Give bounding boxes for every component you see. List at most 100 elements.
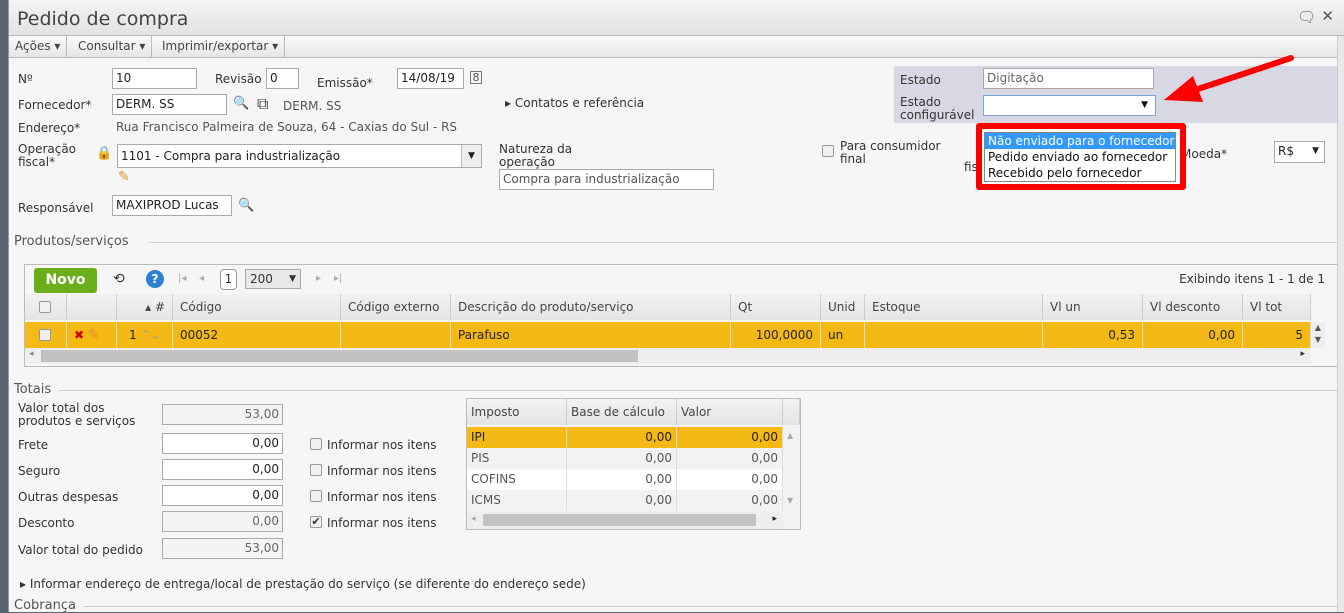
search-icon[interactable]: 🔍	[233, 96, 249, 111]
informar-frete-checkbox[interactable]	[310, 438, 322, 450]
close-icon[interactable]: ✕	[1321, 7, 1334, 25]
option-recebido[interactable]: Recebido pelo fornecedor	[985, 165, 1175, 181]
natureza-input[interactable]: Compra para industrialização	[499, 169, 714, 190]
window-scrollbar[interactable]	[1337, 36, 1344, 612]
help-icon[interactable]: ?	[146, 270, 164, 288]
page-size-select[interactable]: 200 ▼	[245, 269, 301, 289]
informar-desconto-checkbox[interactable]: ✔	[310, 516, 322, 528]
next-page-icon[interactable]: ▸	[316, 273, 321, 284]
tax-cell-valor[interactable]: 0,00	[677, 490, 783, 511]
tax-cell-nome[interactable]: COFINS	[467, 469, 567, 490]
scroll-right-icon[interactable]: ▸	[1300, 349, 1305, 359]
tax-cell-base[interactable]: 0,00	[567, 427, 677, 448]
menu-acoes[interactable]: Ações ▾	[9, 36, 68, 58]
horizontal-scrollbar[interactable]: ◂ ▸	[25, 348, 1311, 364]
consumidor-final-checkbox[interactable]	[822, 145, 834, 157]
informar-seguro-checkbox[interactable]	[310, 464, 322, 476]
contatos-link[interactable]: ▸ Contatos e referência	[505, 97, 644, 110]
first-page-icon[interactable]: |◂	[178, 273, 186, 284]
row-select[interactable]	[25, 322, 67, 348]
revisao-input[interactable]: 0	[266, 68, 299, 89]
revisao-label: Revisão	[215, 72, 262, 86]
entrega-link[interactable]: ▸ Informar endereço de entrega/local de …	[20, 578, 586, 591]
cell-vl-un[interactable]: 0,53	[1043, 322, 1143, 348]
menu-consultar[interactable]: Consultar ▾	[72, 36, 153, 58]
cell-vl-tot[interactable]: 5	[1243, 322, 1311, 348]
option-nao-enviado[interactable]: Não enviado para o fornecedor	[985, 133, 1175, 149]
tax-cell-nome[interactable]: PIS	[467, 448, 567, 469]
option-pedido-enviado[interactable]: Pedido enviado ao fornecedor	[985, 149, 1175, 165]
header-unid[interactable]: Unid	[821, 294, 865, 320]
header-select-all[interactable]	[25, 294, 67, 320]
scroll-right-icon[interactable]: ▸	[772, 514, 777, 524]
pencil-icon[interactable]: ✎	[118, 169, 130, 185]
header-vl-un[interactable]: Vl un	[1043, 294, 1143, 320]
scroll-left-icon[interactable]: ◂	[471, 514, 476, 524]
delete-icon[interactable]: ✖	[74, 328, 84, 342]
numero-input[interactable]: 10	[112, 68, 197, 89]
cell-unid[interactable]: un	[821, 322, 865, 348]
cell-codigo[interactable]: 00052	[173, 322, 341, 348]
menu-label: Imprimir/exportar	[162, 39, 269, 53]
move-up-icon[interactable]: ⌃	[140, 328, 150, 342]
header-codigo[interactable]: Código	[173, 294, 341, 320]
vertical-scrollbar[interactable]: ▲ ▼	[1311, 322, 1325, 348]
fornecedor-input[interactable]: DERM. SS	[112, 94, 227, 115]
prev-page-icon[interactable]: ◂	[199, 273, 204, 284]
header-base[interactable]: Base de cálculo	[567, 399, 677, 425]
tax-cell-base[interactable]: 0,00	[567, 448, 677, 469]
header-descricao[interactable]: Descrição do produto/serviço	[451, 294, 731, 320]
menu-imprimir[interactable]: Imprimir/exportar ▾	[156, 36, 286, 58]
header-estoque[interactable]: Estoque	[865, 294, 1043, 320]
seguro-input[interactable]: 0,00	[162, 459, 283, 480]
cell-estoque[interactable]	[865, 322, 1043, 348]
header-number[interactable]: ▴ #	[117, 294, 173, 320]
header-vl-tot[interactable]: Vl tot	[1243, 294, 1311, 320]
comment-icon[interactable]: 🗨	[1297, 8, 1316, 26]
operacao-select[interactable]: 1101 - Compra para industrialização ▼	[117, 144, 482, 168]
new-button[interactable]: Novo	[34, 268, 97, 293]
informar-outras-checkbox[interactable]	[310, 490, 322, 502]
header-vl-desconto[interactable]: Vl desconto	[1143, 294, 1243, 320]
row-checkbox[interactable]	[39, 329, 51, 341]
tax-cell-nome[interactable]: ICMS	[467, 490, 567, 511]
last-page-icon[interactable]: ▸|	[334, 273, 342, 284]
responsavel-input[interactable]: MAXIPROD Lucas	[112, 195, 232, 216]
cell-codigo-externo[interactable]	[341, 322, 451, 348]
header-valor[interactable]: Valor	[677, 399, 783, 425]
page-input[interactable]: 1	[220, 269, 237, 290]
move-down-icon[interactable]: ⌄	[151, 328, 161, 342]
header-imposto[interactable]: Imposto	[467, 399, 567, 425]
tax-cell-nome[interactable]: IPI	[467, 427, 567, 448]
chevron-down-icon[interactable]: ▼	[461, 145, 481, 167]
tax-cell-base[interactable]: 0,00	[567, 490, 677, 511]
select-all-checkbox[interactable]	[39, 301, 51, 313]
pencil-icon[interactable]: ✎	[88, 327, 100, 343]
scroll-left-icon[interactable]: ◂	[29, 349, 34, 359]
refresh-icon[interactable]: ⟲	[113, 271, 125, 287]
header-codigo-externo[interactable]: Código externo	[341, 294, 451, 320]
tax-cell-valor[interactable]: 0,00	[677, 469, 783, 490]
tax-cell-valor[interactable]: 0,00	[677, 448, 783, 469]
scrollbar-thumb[interactable]	[483, 514, 756, 526]
tax-cell-base[interactable]: 0,00	[567, 469, 677, 490]
search-icon[interactable]: 🔍	[238, 198, 254, 213]
cell-qt[interactable]: 100,0000	[731, 322, 821, 348]
outras-label: Outras despesas	[18, 490, 119, 504]
tax-cell-valor[interactable]: 0,00	[677, 427, 783, 448]
divider	[59, 390, 1339, 391]
emissao-input[interactable]: 14/08/19	[397, 68, 464, 89]
frete-input[interactable]: 0,00	[162, 433, 283, 454]
impostos-hscrollbar[interactable]: ◂ ▸	[467, 511, 783, 529]
outras-input[interactable]: 0,00	[162, 485, 283, 506]
external-link-icon[interactable]: ⧉	[257, 94, 268, 114]
cell-descricao[interactable]: Parafuso	[451, 322, 731, 348]
cell-vl-desconto[interactable]: 0,00	[1143, 322, 1243, 348]
estado-conf-select[interactable]: ▼	[983, 95, 1156, 116]
scroll-up-icon[interactable]: ▲	[787, 431, 793, 440]
scroll-down-icon[interactable]: ▼	[787, 496, 793, 505]
moeda-select[interactable]: R$ ▼	[1274, 141, 1325, 163]
calendar-icon[interactable]: 8	[470, 71, 482, 84]
scrollbar-thumb[interactable]	[41, 350, 638, 362]
header-qt[interactable]: Qt	[731, 294, 821, 320]
